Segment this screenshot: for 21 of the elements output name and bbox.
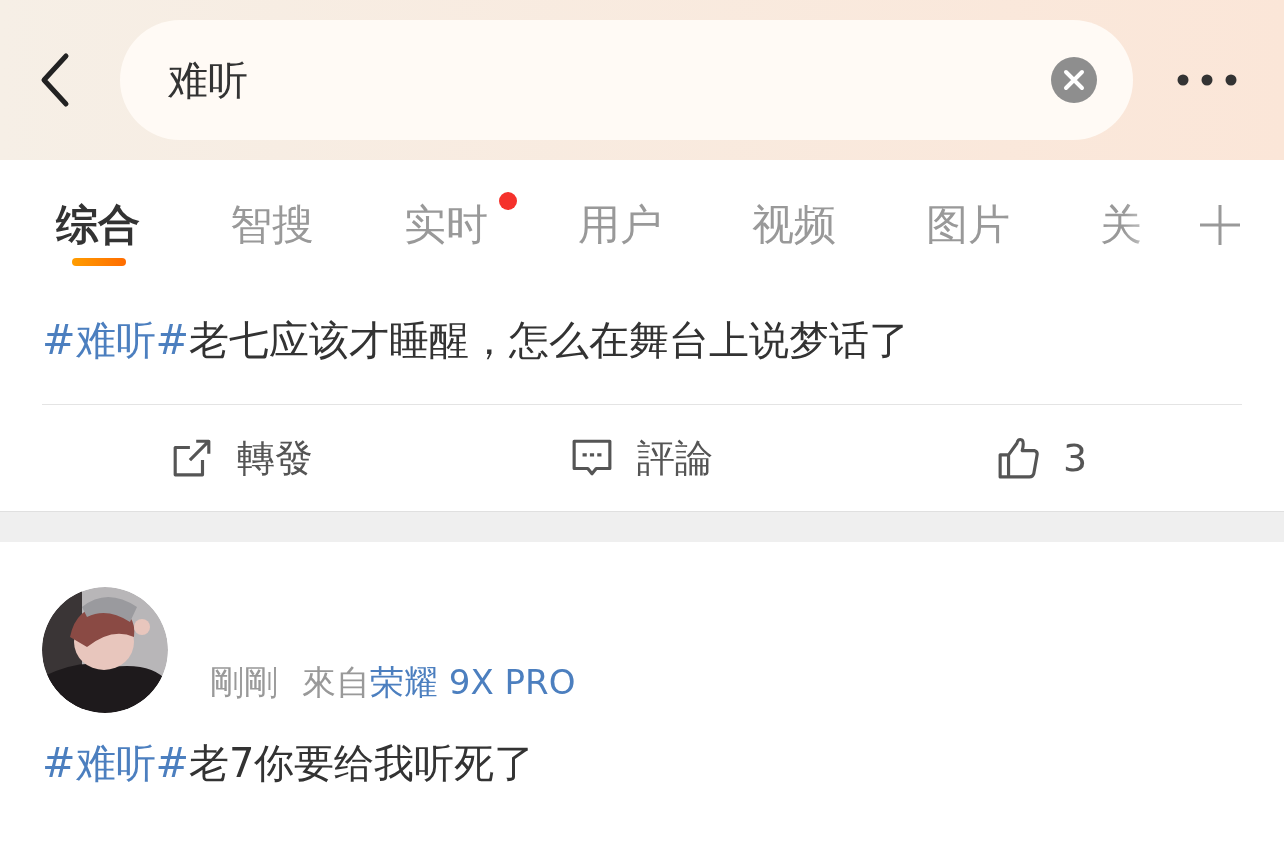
tab[interactable]: 图片 [926,160,1100,290]
thumbs-up-icon [996,437,1039,479]
tab[interactable]: 视频 [752,160,926,290]
post-text: #难听#老7你要给我听死了 [42,739,536,788]
share-icon [171,437,213,479]
device-link[interactable]: 荣耀 9X PRO [370,660,576,706]
source-label: 來自 [302,661,370,704]
action-button[interactable]: 評論 [442,432,842,484]
more-icon[interactable] [1177,74,1237,86]
tab[interactable]: 智搜 [230,160,404,290]
tab[interactable]: 用户 [578,160,752,290]
post-text: #难听#老七应该才睡醒，怎么在舞台上说梦话了 [42,316,911,365]
clear-icon[interactable] [1051,57,1097,103]
action-button[interactable]: 3 [842,436,1242,480]
add-icon[interactable] [1200,205,1240,245]
tab[interactable]: 关 [1100,160,1180,290]
tab[interactable]: 实时 [404,160,578,290]
action-button[interactable]: 轉發 [42,432,442,484]
post-time: 剛剛 [210,661,278,704]
search-field[interactable]: 难听 [120,20,1133,140]
tab[interactable]: 综合 [56,160,230,290]
